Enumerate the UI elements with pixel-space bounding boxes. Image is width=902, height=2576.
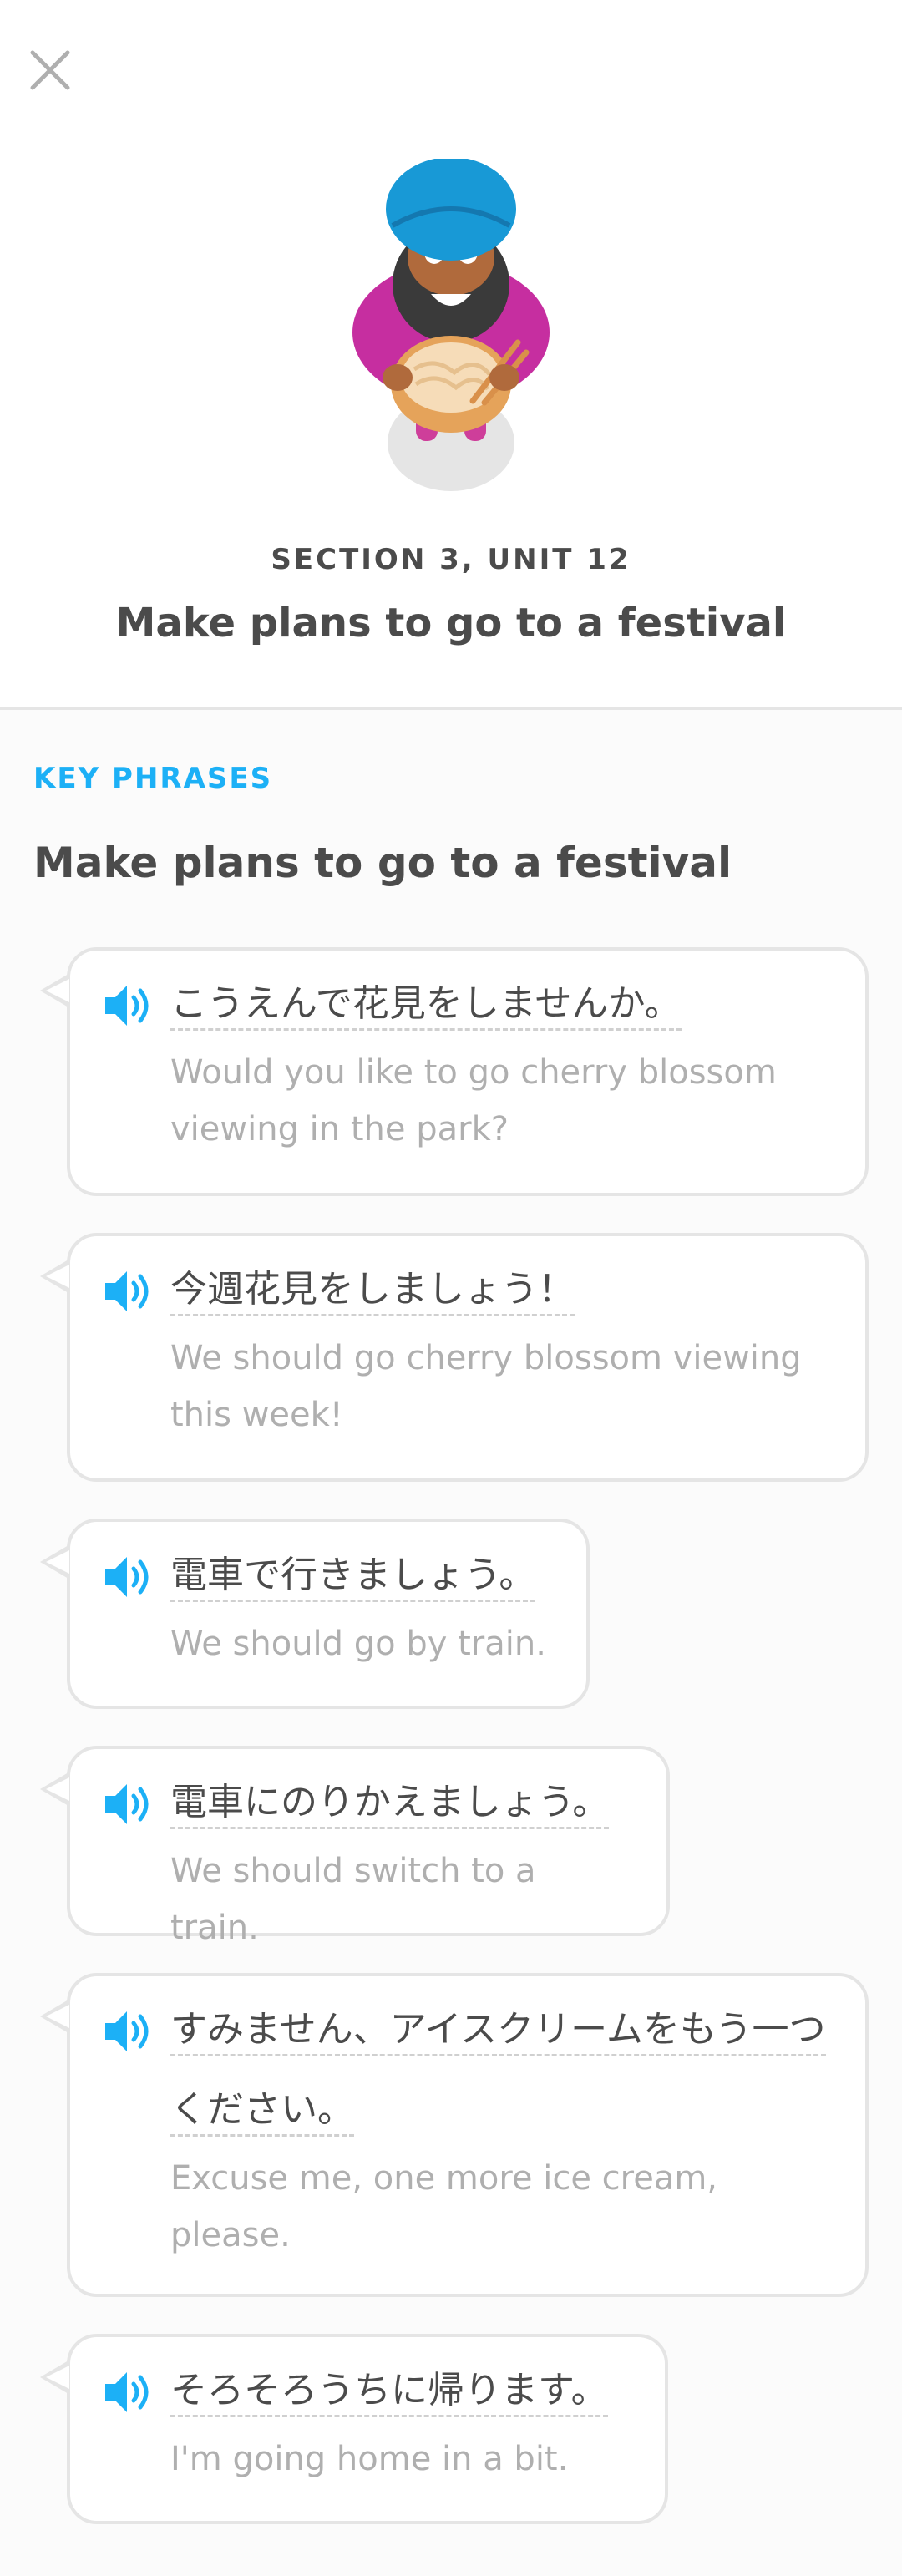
phrase-card[interactable]: すみません、アイスクリームをもう一つください。 Excuse me, one m… [40,1973,869,2297]
phrase-japanese-text[interactable]: 電車で行きましょう。 [170,1554,536,1602]
phrase-japanese[interactable]: 今週花見をしましょう！ [170,1250,832,1330]
phrase-card[interactable]: こうえんで花見をしませんか。 Would you like to go cher… [40,947,869,1196]
phrase-japanese[interactable]: 電車にのりかえましょう。 [170,1762,633,1843]
key-phrases-title: Make plans to go to a festival [33,839,732,887]
section-label: SECTION 3, UNIT 12 [271,543,631,576]
close-icon [30,50,70,90]
phrase-japanese[interactable]: こうえんで花見をしませんか。 [170,964,832,1044]
phrase-card[interactable]: そろそろうちに帰ります。 I'm going home in a bit. [40,2334,668,2524]
phrase-translation: We should go cherry blossom viewing this… [170,1339,802,1434]
phrase-japanese-text[interactable]: そろそろうちに帰ります。 [170,2369,608,2417]
speaker-icon[interactable] [102,1268,154,1315]
phrase-card[interactable]: 今週花見をしましょう！ We should go cherry blossom … [40,1233,869,1482]
phrase-japanese-text[interactable]: 今週花見をしましょう！ [170,1268,575,1316]
phrase-japanese-text[interactable]: すみません、アイスクリームをもう一つください。 [170,2008,826,2137]
unit-title: Make plans to go to a festival [115,600,787,647]
phrase-card[interactable]: 電車で行きましょう。 We should go by train. [40,1519,590,1709]
speaker-icon[interactable] [102,2008,154,2055]
character-illustration [352,159,550,491]
unit-header: SECTION 3, UNIT 12 Make plans to go to a… [0,0,902,707]
speaker-icon[interactable] [102,982,154,1029]
speaker-icon[interactable] [102,1554,154,1600]
phrase-japanese[interactable]: 電車で行きましょう。 [170,1535,553,1615]
close-button[interactable] [23,43,77,97]
phrase-translation: We should go by train. [170,1625,546,1663]
phrase-japanese-text[interactable]: こうえんで花見をしませんか。 [170,982,682,1031]
speaker-icon[interactable] [102,1781,154,1828]
phrase-translation: I'm going home in a bit. [170,2440,569,2478]
key-phrases-label: KEY PHRASES [33,762,273,795]
phrase-japanese[interactable]: そろそろうちに帰ります。 [170,2350,631,2431]
phrase-translation: We should switch to a train. [170,1852,536,1947]
phrase-translation: Would you like to go cherry blossom view… [170,1053,777,1149]
phrase-japanese[interactable]: すみません、アイスクリームをもう一つください。 [170,1990,832,2150]
phrase-japanese-text[interactable]: 電車にのりかえましょう。 [170,1781,610,1829]
phrase-translation: Excuse me, one more ice cream, please. [170,2159,718,2254]
phrase-card[interactable]: 電車にのりかえましょう。 We should switch to a train… [40,1746,670,1947]
speaker-icon[interactable] [102,2369,154,2416]
